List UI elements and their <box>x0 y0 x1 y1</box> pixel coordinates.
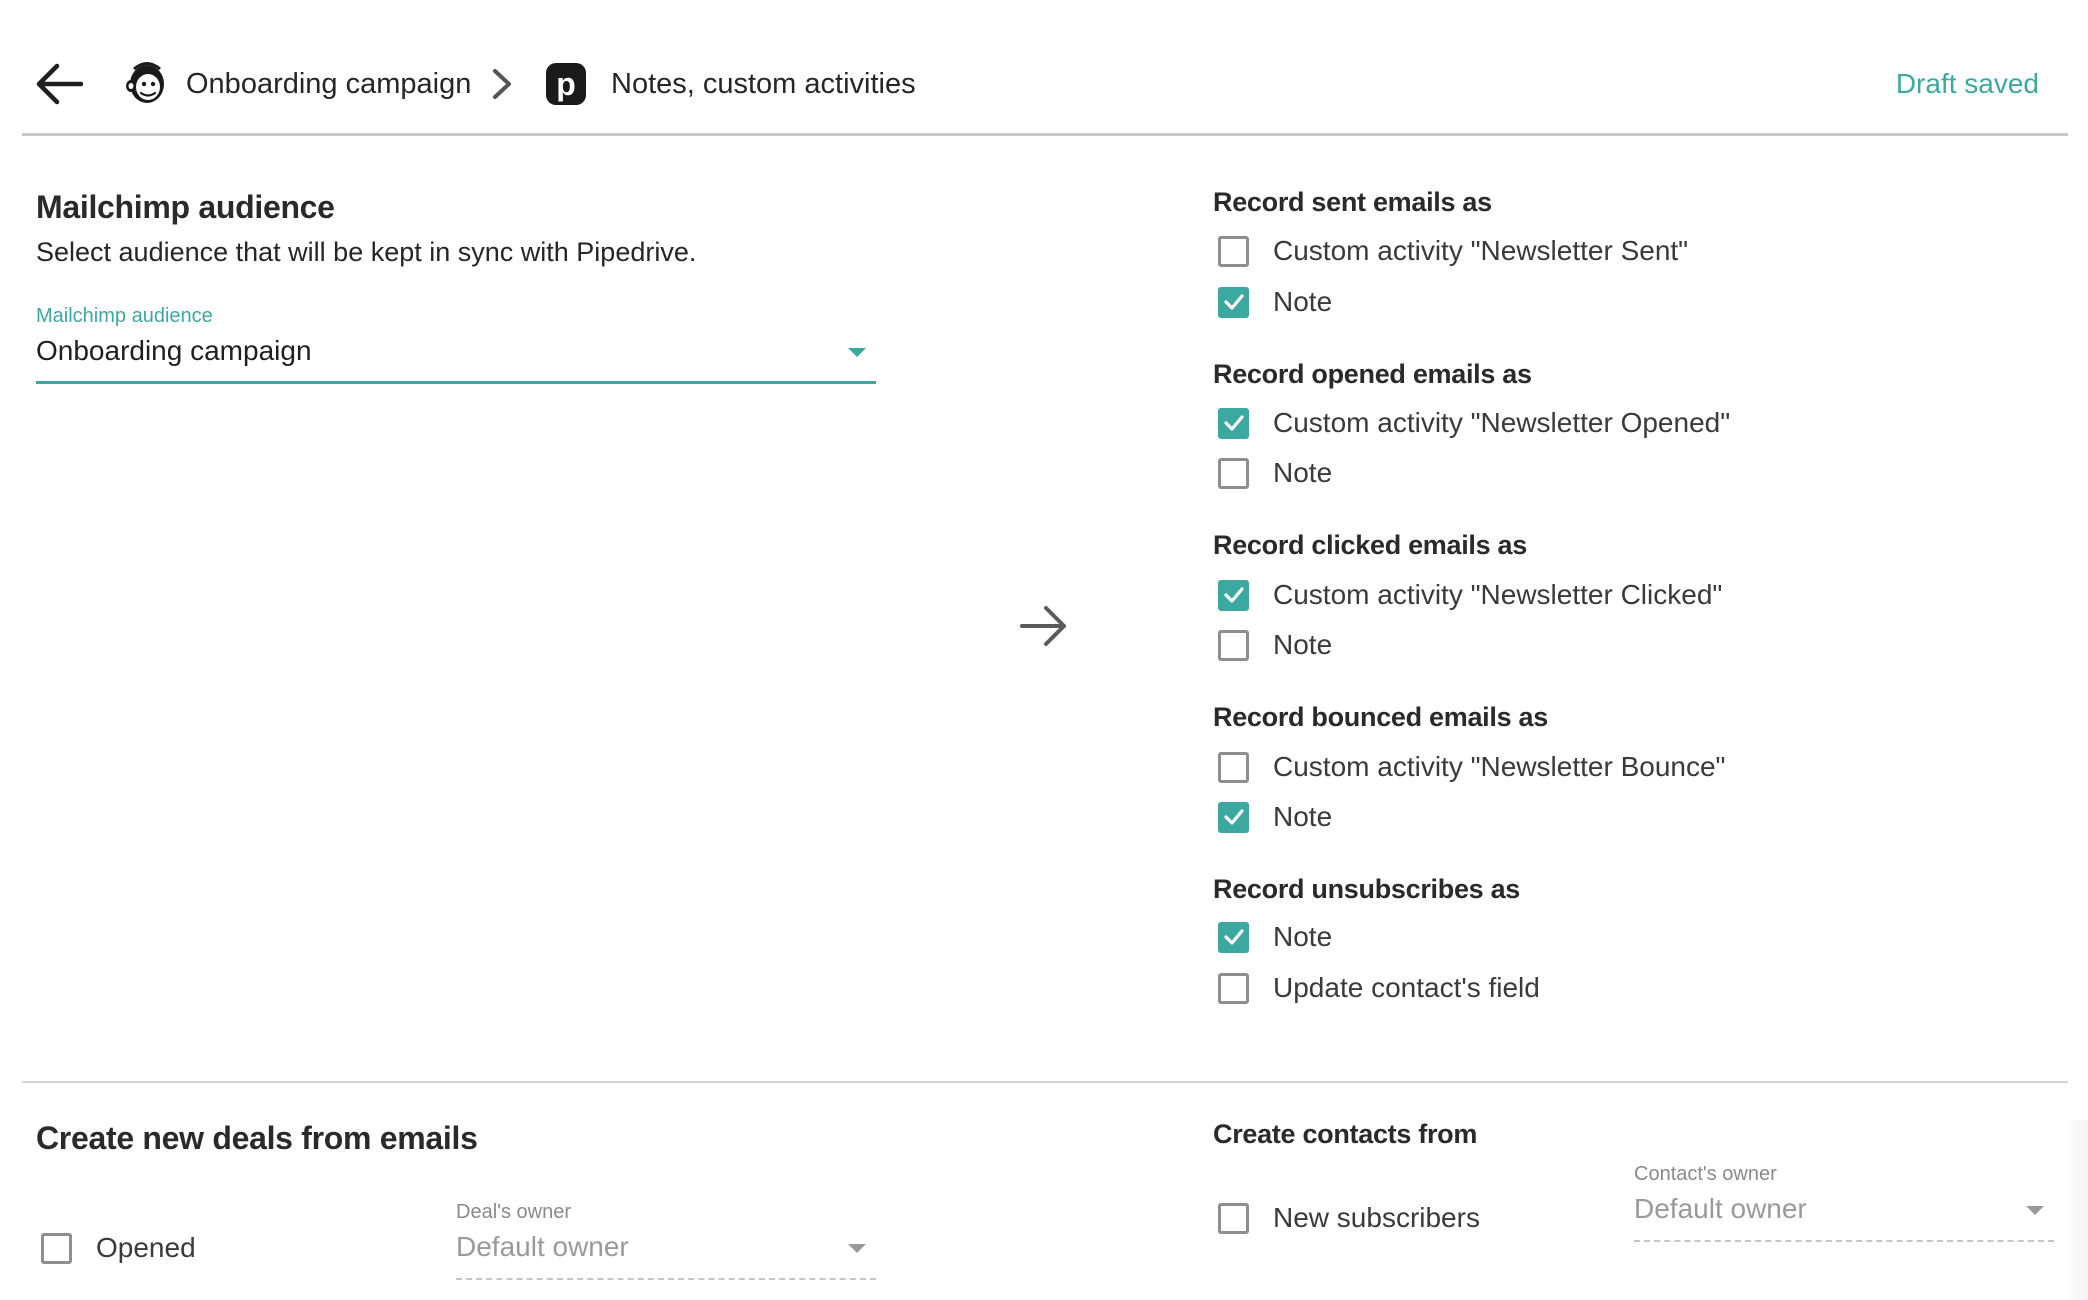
audience-description: Select audience that will be kept in syn… <box>36 237 697 267</box>
deals-title: Create new deals from emails <box>36 1120 478 1156</box>
record-unsubscribes-title: Record unsubscribes as <box>1213 874 1521 904</box>
option-label: Opened <box>96 1232 196 1263</box>
record-bounced-note-option[interactable]: Note <box>1218 800 1332 834</box>
option-label: Custom activity "Newsletter Clicked" <box>1273 579 1723 610</box>
record-sent-note-option[interactable]: Note <box>1218 285 1332 319</box>
audience-select-underline <box>36 381 876 384</box>
checkmark-icon <box>1223 415 1244 431</box>
header-divider <box>22 133 2068 136</box>
checkmark-icon <box>1223 294 1244 310</box>
section-divider <box>22 1081 2068 1083</box>
checkmark-icon <box>1223 929 1244 945</box>
checkbox-checked[interactable] <box>1218 286 1249 318</box>
deals-opened-option[interactable]: Opened <box>41 1231 196 1265</box>
checkbox[interactable] <box>1218 972 1249 1004</box>
option-label: Note <box>1273 286 1333 317</box>
draft-status: Draft saved <box>1895 68 2039 99</box>
audience-select[interactable]: Onboarding campaign <box>36 334 876 384</box>
audience-field-label: Mailchimp audience <box>36 305 213 327</box>
pipedrive-logo-icon: p <box>546 63 586 105</box>
record-sent-custom-activity-option[interactable]: Custom activity "Newsletter Sent" <box>1218 234 1688 268</box>
option-label: Custom activity "Newsletter Opened" <box>1273 407 1731 438</box>
record-bounced-custom-activity-option[interactable]: Custom activity "Newsletter Bounce" <box>1218 750 1725 784</box>
record-opened-title: Record opened emails as <box>1213 359 1532 389</box>
caret-down-icon <box>848 348 866 357</box>
record-unsubscribes-note-option[interactable]: Note <box>1218 920 1332 954</box>
deals-owner-underline <box>456 1278 876 1280</box>
checkbox[interactable] <box>1218 751 1249 783</box>
breadcrumb-source[interactable]: Onboarding campaign <box>186 67 471 101</box>
record-opened-custom-activity-option[interactable]: Custom activity "Newsletter Opened" <box>1218 406 1730 440</box>
breadcrumb-target[interactable]: Notes, custom activities <box>611 67 916 101</box>
contacts-owner-label: Contact's owner <box>1634 1163 1777 1185</box>
back-button[interactable] <box>30 58 88 110</box>
option-label: Note <box>1273 629 1333 660</box>
record-bounced-title: Record bounced emails as <box>1213 702 1548 732</box>
pipedrive-logo-letter: p <box>556 66 576 102</box>
scroll-edge-shadow <box>2064 1120 2088 1300</box>
option-label: Custom activity "Newsletter Sent" <box>1273 235 1689 266</box>
contacts-owner-value: Default owner <box>1634 1193 1807 1224</box>
deals-owner-label: Deal's owner <box>456 1201 571 1223</box>
record-unsubscribes-update-field-option[interactable]: Update contact's field <box>1218 971 1540 1005</box>
checkbox-checked[interactable] <box>1218 801 1249 833</box>
checkbox-checked[interactable] <box>1218 921 1249 953</box>
record-sent-title: Record sent emails as <box>1213 187 1492 217</box>
arrow-right-icon <box>1018 602 1070 650</box>
record-clicked-title: Record clicked emails as <box>1213 530 1527 560</box>
checkmark-icon <box>1223 587 1244 603</box>
option-label: Update contact's field <box>1273 972 1540 1003</box>
checkbox[interactable] <box>41 1232 72 1264</box>
option-label: Custom activity "Newsletter Bounce" <box>1273 751 1726 782</box>
checkbox[interactable] <box>1218 457 1249 489</box>
mailchimp-logo-icon <box>124 60 170 106</box>
option-label: New subscribers <box>1273 1202 1480 1233</box>
checkmark-icon <box>1223 809 1244 825</box>
checkbox-checked[interactable] <box>1218 407 1249 439</box>
deals-owner-value: Default owner <box>456 1231 629 1262</box>
record-clicked-custom-activity-option[interactable]: Custom activity "Newsletter Clicked" <box>1218 578 1722 612</box>
record-opened-note-option[interactable]: Note <box>1218 456 1332 490</box>
option-label: Note <box>1273 921 1333 952</box>
chevron-right-icon <box>488 66 518 102</box>
caret-down-icon <box>2026 1206 2044 1215</box>
contacts-title: Create contacts from <box>1213 1119 1478 1149</box>
option-label: Note <box>1273 801 1333 832</box>
checkbox[interactable] <box>1218 1202 1249 1234</box>
option-label: Note <box>1273 457 1333 488</box>
checkbox[interactable] <box>1218 629 1249 661</box>
arrow-left-icon <box>36 63 83 105</box>
record-clicked-note-option[interactable]: Note <box>1218 628 1332 662</box>
contacts-owner-select[interactable]: Default owner <box>1634 1192 2054 1242</box>
caret-down-icon <box>848 1244 866 1253</box>
contacts-new-subscribers-option[interactable]: New subscribers <box>1218 1201 1480 1235</box>
audience-select-value: Onboarding campaign <box>36 335 312 366</box>
contacts-owner-underline <box>1634 1240 2054 1242</box>
checkbox[interactable] <box>1218 235 1249 267</box>
deals-owner-select[interactable]: Default owner <box>456 1230 876 1280</box>
checkbox-checked[interactable] <box>1218 579 1249 611</box>
audience-title: Mailchimp audience <box>36 189 335 225</box>
